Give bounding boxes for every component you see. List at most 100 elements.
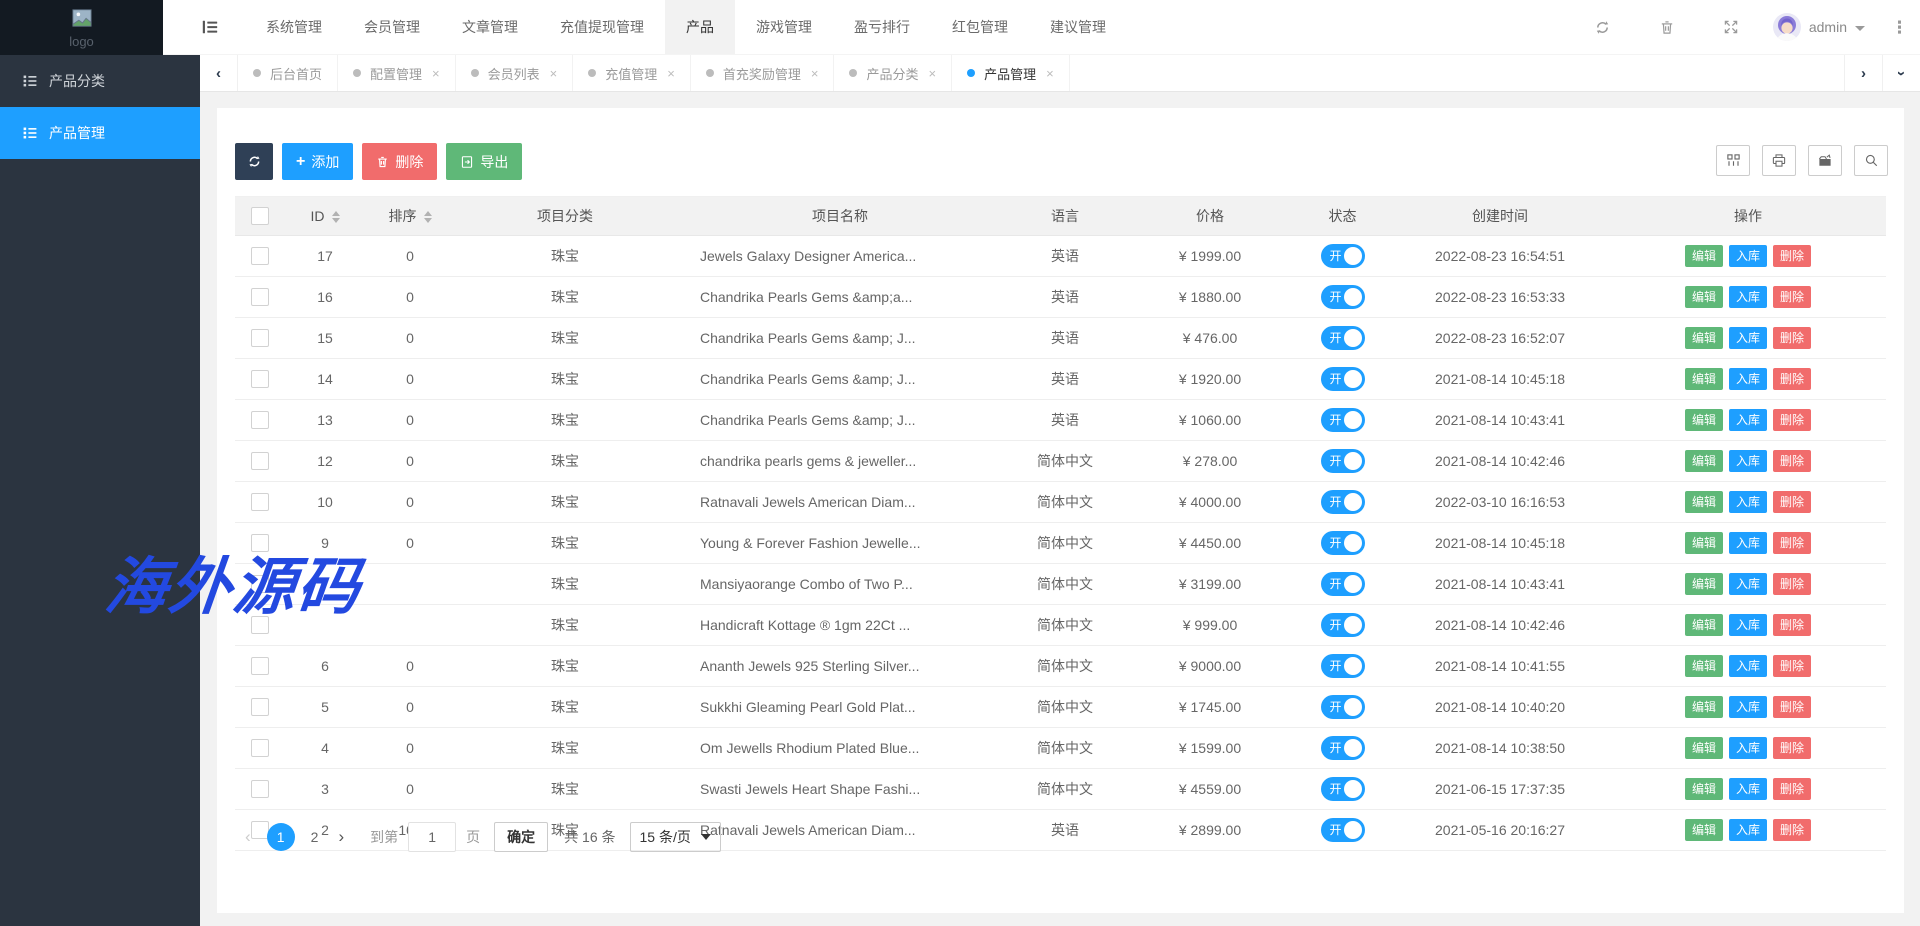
row-checkbox[interactable]	[251, 370, 269, 388]
tab[interactable]: 后台首页	[238, 55, 338, 91]
edit-button[interactable]: 编辑	[1685, 245, 1723, 267]
stock-in-button[interactable]: 入库	[1729, 245, 1767, 267]
edit-button[interactable]: 编辑	[1685, 737, 1723, 759]
status-toggle[interactable]: 开	[1321, 572, 1365, 596]
status-toggle[interactable]: 开	[1321, 613, 1365, 637]
stock-in-button[interactable]: 入库	[1729, 778, 1767, 800]
sort-icon[interactable]	[332, 211, 340, 223]
row-checkbox[interactable]	[251, 452, 269, 470]
edit-button[interactable]: 编辑	[1685, 327, 1723, 349]
prev-page-icon[interactable]: ‹	[235, 827, 261, 847]
row-checkbox[interactable]	[251, 247, 269, 265]
tab-close-icon[interactable]: ×	[432, 66, 440, 81]
stock-in-button[interactable]: 入库	[1729, 819, 1767, 841]
tab-close-icon[interactable]: ×	[550, 66, 558, 81]
edit-button[interactable]: 编辑	[1685, 778, 1723, 800]
nav-item[interactable]: 会员管理	[343, 0, 441, 54]
add-button[interactable]: + 添加	[282, 143, 353, 180]
status-toggle[interactable]: 开	[1321, 449, 1365, 473]
delete-button[interactable]: 删除	[1773, 655, 1811, 677]
tab[interactable]: 会员列表×	[456, 55, 574, 91]
goto-page-input[interactable]	[408, 822, 456, 852]
status-toggle[interactable]: 开	[1321, 695, 1365, 719]
nav-item[interactable]: 文章管理	[441, 0, 539, 54]
tab-close-icon[interactable]: ×	[928, 66, 936, 81]
sidebar-item[interactable]: 产品管理	[0, 107, 200, 159]
stock-in-button[interactable]: 入库	[1729, 286, 1767, 308]
edit-button[interactable]: 编辑	[1685, 532, 1723, 554]
stock-in-button[interactable]: 入库	[1729, 327, 1767, 349]
nav-item[interactable]: 充值提现管理	[539, 0, 665, 54]
print-icon[interactable]	[1762, 145, 1796, 176]
page-size-select[interactable]: 15 条/页	[630, 822, 721, 852]
edit-button[interactable]: 编辑	[1685, 696, 1723, 718]
row-checkbox[interactable]	[251, 575, 269, 593]
delete-button[interactable]: 删除	[1773, 573, 1811, 595]
fullscreen-icon[interactable]	[1723, 19, 1739, 35]
edit-button[interactable]: 编辑	[1685, 491, 1723, 513]
edit-button[interactable]: 编辑	[1685, 286, 1723, 308]
status-toggle[interactable]: 开	[1321, 285, 1365, 309]
stock-in-button[interactable]: 入库	[1729, 368, 1767, 390]
column-header[interactable]: 排序	[365, 197, 455, 236]
tab-close-icon[interactable]: ×	[667, 66, 675, 81]
status-toggle[interactable]: 开	[1321, 531, 1365, 555]
row-checkbox[interactable]	[251, 657, 269, 675]
edit-button[interactable]: 编辑	[1685, 573, 1723, 595]
delete-button[interactable]: 删除	[1773, 696, 1811, 718]
tab[interactable]: 充值管理×	[573, 55, 691, 91]
stock-in-button[interactable]: 入库	[1729, 696, 1767, 718]
delete-button[interactable]: 删除	[1773, 532, 1811, 554]
page-number[interactable]: 2	[301, 829, 329, 845]
stock-in-button[interactable]: 入库	[1729, 450, 1767, 472]
edit-button[interactable]: 编辑	[1685, 450, 1723, 472]
tab[interactable]: 首充奖励管理×	[691, 55, 835, 91]
trash-icon[interactable]	[1659, 19, 1675, 36]
next-page-icon[interactable]: ›	[328, 827, 354, 847]
stock-in-button[interactable]: 入库	[1729, 655, 1767, 677]
nav-item[interactable]: 系统管理	[245, 0, 343, 54]
stock-in-button[interactable]: 入库	[1729, 737, 1767, 759]
sidebar-item[interactable]: 产品分类	[0, 55, 200, 107]
stock-in-button[interactable]: 入库	[1729, 573, 1767, 595]
more-options-icon[interactable]: ⋮	[1891, 19, 1908, 36]
row-checkbox[interactable]	[251, 288, 269, 306]
row-checkbox[interactable]	[251, 616, 269, 634]
sidebar-collapse-icon[interactable]	[201, 18, 219, 36]
edit-button[interactable]: 编辑	[1685, 409, 1723, 431]
delete-button[interactable]: 删除	[1773, 245, 1811, 267]
status-toggle[interactable]: 开	[1321, 490, 1365, 514]
stock-in-button[interactable]: 入库	[1729, 532, 1767, 554]
status-toggle[interactable]: 开	[1321, 408, 1365, 432]
delete-button[interactable]: 删除	[1773, 368, 1811, 390]
status-toggle[interactable]: 开	[1321, 654, 1365, 678]
refresh-button[interactable]	[235, 143, 273, 180]
edit-button[interactable]: 编辑	[1685, 655, 1723, 677]
export-data-icon[interactable]	[1808, 145, 1842, 176]
confirm-button[interactable]: 确定	[494, 822, 548, 852]
page-number[interactable]: 1	[267, 823, 295, 851]
edit-button[interactable]: 编辑	[1685, 368, 1723, 390]
nav-item[interactable]: 游戏管理	[735, 0, 833, 54]
status-toggle[interactable]: 开	[1321, 326, 1365, 350]
status-toggle[interactable]: 开	[1321, 777, 1365, 801]
search-icon[interactable]	[1854, 145, 1888, 176]
row-checkbox[interactable]	[251, 534, 269, 552]
status-toggle[interactable]: 开	[1321, 244, 1365, 268]
delete-button[interactable]: 删除	[1773, 327, 1811, 349]
tabs-more-icon[interactable]: ›	[1882, 55, 1920, 91]
row-checkbox[interactable]	[251, 493, 269, 511]
delete-button[interactable]: 删除	[1773, 614, 1811, 636]
stock-in-button[interactable]: 入库	[1729, 491, 1767, 513]
refresh-icon[interactable]	[1594, 19, 1611, 36]
row-checkbox[interactable]	[251, 329, 269, 347]
stock-in-button[interactable]: 入库	[1729, 614, 1767, 636]
status-toggle[interactable]: 开	[1321, 818, 1365, 842]
nav-item[interactable]: 红包管理	[931, 0, 1029, 54]
tab[interactable]: 配置管理×	[338, 55, 456, 91]
delete-button[interactable]: 删除	[1773, 737, 1811, 759]
edit-button[interactable]: 编辑	[1685, 614, 1723, 636]
delete-button[interactable]: 删除	[1773, 491, 1811, 513]
row-checkbox[interactable]	[251, 411, 269, 429]
batch-delete-button[interactable]: 删除	[362, 143, 437, 180]
